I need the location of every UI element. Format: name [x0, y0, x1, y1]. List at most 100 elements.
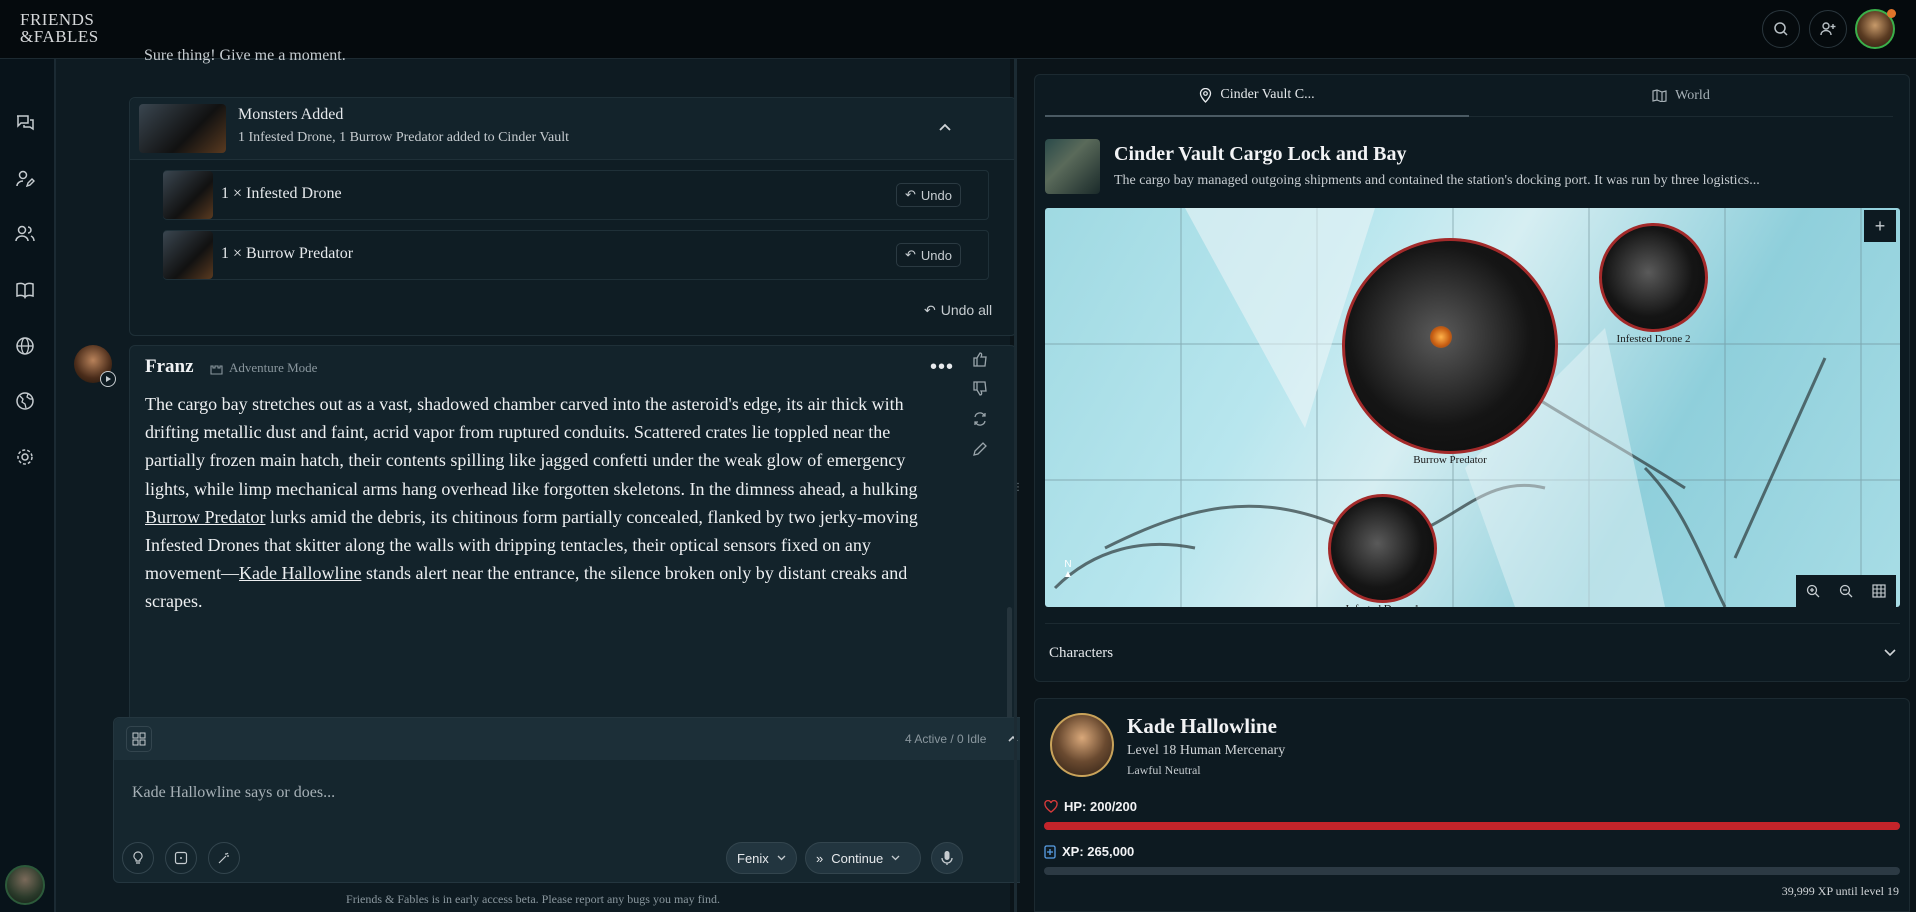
divider — [1045, 623, 1900, 624]
monsters-card-header[interactable]: Monsters Added 1 Infested Drone, 1 Burro… — [130, 98, 1016, 160]
undo-button[interactable]: ↶ Undo — [896, 243, 961, 267]
sidebar-item-explore[interactable] — [12, 388, 38, 414]
user-edit-icon — [16, 170, 35, 188]
chevrons-right-icon: » — [816, 850, 824, 866]
voice-input-button[interactable] — [931, 842, 963, 874]
composer-header: 4 Active / 0 Idle — [114, 718, 1030, 760]
grid-icon — [132, 732, 146, 746]
more-options-button[interactable]: ••• — [930, 356, 954, 379]
location-panel: Cinder Vault C... World Cinder Vault Car… — [1034, 74, 1910, 682]
chevron-down-icon — [891, 855, 900, 861]
location-title: Cinder Vault Cargo Lock and Bay — [1114, 143, 1407, 165]
sidebar-item-settings[interactable] — [12, 444, 38, 470]
thumbs-down-icon[interactable] — [972, 381, 988, 397]
sidebar-item-party[interactable] — [12, 221, 38, 247]
chat-bubbles-icon — [17, 115, 34, 131]
link-burrow-predator[interactable]: Burrow Predator — [145, 507, 265, 527]
map-pin-icon — [1200, 87, 1212, 103]
search-button[interactable] — [1762, 10, 1800, 48]
gear-icon — [17, 449, 33, 465]
battle-map[interactable]: Burrow Predator Infested Drone 2 Infeste… — [1045, 208, 1900, 607]
character-avatar[interactable] — [5, 865, 45, 905]
add-token-button[interactable]: + — [1864, 210, 1896, 242]
invite-user-button[interactable] — [1809, 10, 1847, 48]
magic-wand-icon — [218, 852, 229, 864]
dice-button[interactable] — [165, 842, 197, 874]
monster-thumbnail — [139, 104, 226, 153]
undo-icon: ↶ — [905, 187, 916, 202]
add-user-icon — [1820, 22, 1836, 36]
burrow-predator-thumbnail — [163, 231, 213, 279]
hp-bar-fill — [1044, 822, 1900, 830]
sidebar-item-chats[interactable] — [12, 110, 38, 136]
monster-item-label: 1 × Burrow Predator — [221, 245, 354, 262]
characters-dropdown[interactable]: Characters — [1045, 635, 1900, 671]
token-burrow-predator[interactable] — [1342, 238, 1558, 454]
monsters-added-card: Monsters Added 1 Infested Drone, 1 Burro… — [129, 97, 1017, 336]
tab-world[interactable]: World — [1469, 75, 1893, 117]
xp-label: XP: 265,000 — [1044, 844, 1134, 859]
hp-label: HP: 200/200 — [1044, 799, 1137, 814]
edit-icon[interactable] — [972, 441, 988, 457]
location-thumbnail — [1045, 139, 1100, 194]
sidebar-item-characters[interactable] — [12, 166, 38, 192]
token-label: Burrow Predator — [1413, 454, 1487, 466]
creature-eye — [1430, 326, 1452, 348]
continue-button[interactable]: » Continue — [805, 842, 921, 874]
token-infested-drone-1[interactable] — [1328, 494, 1437, 603]
chevron-up-icon[interactable] — [938, 122, 952, 132]
hp-bar — [1044, 822, 1900, 830]
message-body: The cargo bay stretches out as a vast, s… — [145, 394, 918, 612]
zoom-in-icon[interactable] — [1806, 584, 1820, 598]
play-audio-button[interactable] — [100, 371, 116, 387]
undo-icon: ↶ — [924, 302, 936, 318]
tab-location[interactable]: Cinder Vault C... — [1045, 75, 1469, 117]
mode-badge: Adventure Mode — [210, 360, 317, 376]
microphone-icon — [941, 851, 953, 865]
xp-bar — [1044, 867, 1900, 875]
right-panel: Cinder Vault C... World Cinder Vault Car… — [1020, 59, 1916, 912]
plus-icon: + — [1874, 215, 1886, 236]
character-class: Level 18 Human Mercenary — [1127, 743, 1286, 758]
grid-toggle-icon[interactable] — [1872, 584, 1886, 598]
link-kade-hallowline[interactable]: Kade Hallowline — [239, 563, 361, 583]
magic-button[interactable] — [208, 842, 240, 874]
model-select[interactable]: Fenix — [726, 842, 797, 874]
suggestion-button[interactable] — [122, 842, 154, 874]
chevron-up-icon[interactable] — [1007, 734, 1019, 743]
monster-list-item: 1 × Burrow Predator ↶ Undo — [163, 230, 989, 280]
monster-list-item: 1 × Infested Drone ↶ Undo — [163, 170, 989, 220]
regenerate-icon[interactable] — [972, 411, 988, 427]
users-icon — [15, 225, 35, 242]
zoom-out-icon[interactable] — [1839, 584, 1853, 598]
book-open-icon — [16, 282, 34, 299]
sidebar-item-world[interactable] — [12, 333, 38, 359]
message-author: Franz — [145, 356, 194, 377]
action-input[interactable]: Kade Hallowline says or does... — [132, 784, 335, 802]
app-logo[interactable]: FRIENDS &FABLES — [20, 11, 99, 45]
map-icon — [1652, 89, 1667, 102]
lightbulb-icon — [133, 851, 143, 864]
party-status: 4 Active / 0 Idle — [905, 732, 987, 746]
play-icon — [106, 376, 111, 382]
thumbs-up-icon[interactable] — [972, 351, 988, 367]
undo-all-button[interactable]: ↶ Undo all — [924, 302, 992, 319]
previous-message-text: Sure thing! Give me a moment. — [144, 47, 346, 64]
character-portrait[interactable] — [1050, 713, 1114, 777]
map-controls — [1796, 575, 1896, 607]
token-label: Infested Drone 1 — [1318, 603, 1447, 607]
beta-notice: Friends & Fables is in early access beta… — [346, 892, 720, 906]
compass: N ▲ — [1063, 559, 1073, 580]
toggle-party-button[interactable] — [126, 726, 152, 752]
sidebar-item-rulebook[interactable] — [12, 277, 38, 303]
panel-resizer[interactable]: ⋮ — [1013, 59, 1023, 912]
location-description: The cargo bay managed outgoing shipments… — [1114, 173, 1760, 188]
dice-icon — [174, 851, 188, 865]
composer: 4 Active / 0 Idle Kade Hallowline says o… — [113, 717, 1031, 883]
token-infested-drone-2[interactable] — [1599, 223, 1708, 332]
notification-badge — [1887, 9, 1896, 18]
undo-button[interactable]: ↶ Undo — [896, 183, 961, 207]
undo-icon: ↶ — [905, 247, 916, 262]
earth-icon — [16, 392, 34, 410]
globe-icon — [16, 337, 34, 355]
